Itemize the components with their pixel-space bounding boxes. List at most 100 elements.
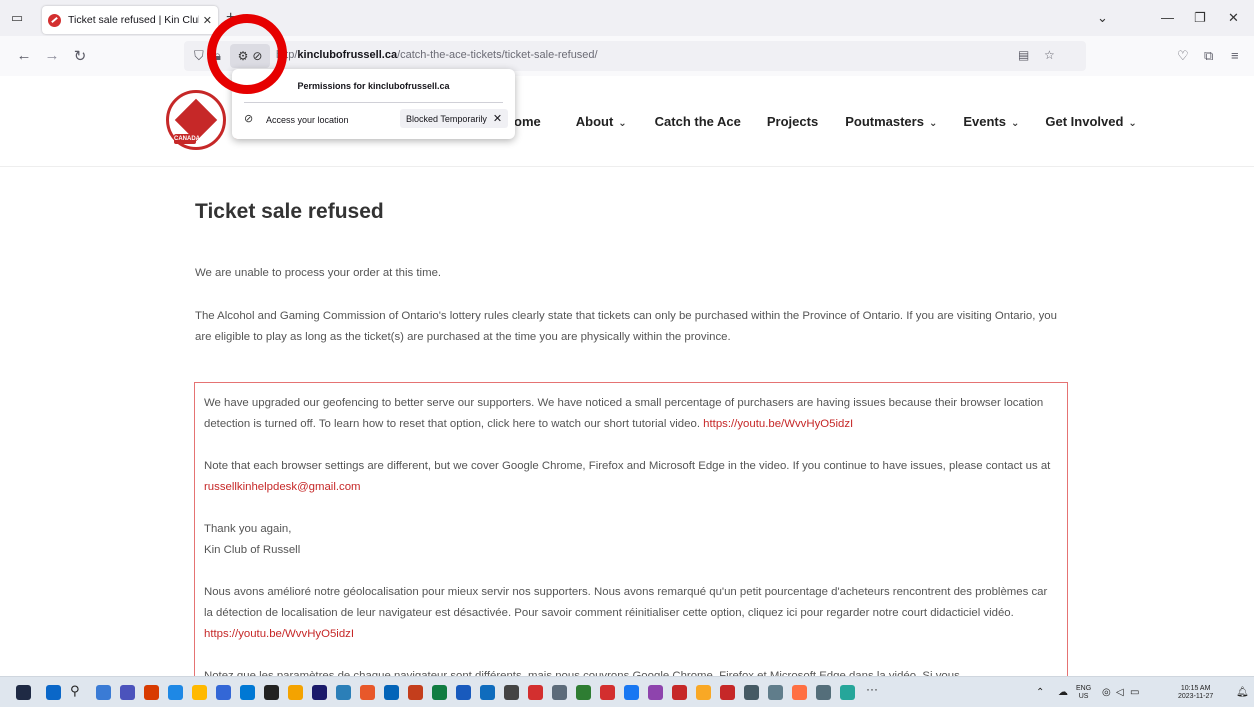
nav-poutmasters[interactable]: Poutmasters ⌄ bbox=[845, 114, 937, 129]
word-icon[interactable] bbox=[456, 685, 471, 700]
menu-hamburger-icon[interactable]: ≡ bbox=[1231, 48, 1239, 63]
minimize-icon[interactable]: — bbox=[1161, 10, 1174, 25]
site-favicon-icon bbox=[48, 13, 61, 27]
list-all-tabs-icon[interactable]: ▭ bbox=[8, 9, 26, 27]
taskbar-app-icon[interactable] bbox=[744, 685, 759, 700]
search-icon[interactable]: ⚲ bbox=[70, 683, 85, 698]
nav-get-involved[interactable]: Get Involved ⌄ bbox=[1045, 114, 1136, 129]
chevron-down-icon: ⌄ bbox=[928, 118, 938, 129]
taskbar-app-icon[interactable] bbox=[816, 685, 831, 700]
windows-taskbar: ⚲ ··· ⌃ ☁ ENG US ◎ ◁ ▭ 10:15 AM 2023-11-27… bbox=[0, 676, 1254, 707]
widgets-icon[interactable] bbox=[16, 685, 31, 700]
url-text[interactable]: http/kinclubofrussell.ca/catch-the-ace-t… bbox=[276, 49, 598, 61]
helpdesk-email-link[interactable]: russellkinhelpdesk@gmail.com bbox=[204, 481, 361, 493]
nav-events[interactable]: Events ⌄ bbox=[963, 114, 1019, 129]
show-hidden-icons-icon[interactable]: ⌃ bbox=[1036, 687, 1044, 698]
file-explorer-icon[interactable] bbox=[192, 685, 207, 700]
url-bar[interactable]: ⛉ 🔒︎ ⚙ ⊘ http/kinclubofrussell.ca/catch-… bbox=[184, 41, 1086, 71]
url-scheme: http bbox=[276, 49, 295, 61]
messenger-icon[interactable] bbox=[648, 685, 663, 700]
excel-icon[interactable] bbox=[432, 685, 447, 700]
mail-icon[interactable] bbox=[240, 685, 255, 700]
taskbar-app-icon[interactable] bbox=[672, 685, 687, 700]
site-header: CANADA Kin Club of Russell ome About⌄ Ca… bbox=[0, 76, 1254, 167]
restore-icon[interactable]: ❐ bbox=[1194, 10, 1206, 26]
nav-get-involved-label: Get Involved bbox=[1045, 114, 1124, 129]
taskbar-app-icon[interactable] bbox=[696, 685, 711, 700]
taskbar-app-icon[interactable] bbox=[768, 685, 783, 700]
browser-tab[interactable]: Ticket sale refused | Kin Club of R ✕ bbox=[42, 6, 218, 34]
main-nav: ome About ⌄ Catch the Ace Projects Poutma… bbox=[514, 114, 1137, 129]
back-icon[interactable]: ← bbox=[14, 47, 34, 64]
taskbar-app-icon[interactable] bbox=[312, 685, 327, 700]
more-apps-icon[interactable]: ··· bbox=[866, 682, 881, 697]
taskbar-app-icon[interactable] bbox=[840, 685, 855, 700]
notice-fr-text-1: Nous avons amélioré notre géolocalisatio… bbox=[204, 586, 1048, 619]
powerpoint-icon[interactable] bbox=[408, 685, 423, 700]
amazon-icon[interactable] bbox=[264, 685, 279, 700]
taskbar-app-icon[interactable] bbox=[552, 685, 567, 700]
taskbar-app-icon[interactable] bbox=[528, 685, 543, 700]
clock[interactable]: 10:15 AM 2023-11-27 bbox=[1178, 685, 1213, 701]
thanks-line-2: Kin Club of Russell bbox=[204, 544, 301, 556]
taskbar-app-icon[interactable] bbox=[288, 685, 303, 700]
bookmark-star-icon[interactable]: ☆ bbox=[1044, 48, 1055, 62]
notice-fr-paragraph-1: Nous avons amélioré notre géolocalisatio… bbox=[204, 582, 1058, 645]
permissions-button[interactable]: ⚙ ⊘ bbox=[230, 44, 270, 68]
tutorial-video-link-fr[interactable]: https://youtu.be/WvvHyO5idzI bbox=[204, 628, 354, 640]
notice-en-paragraph-2: Note that each browser settings are diff… bbox=[204, 456, 1058, 498]
close-tab-icon[interactable]: ✕ bbox=[203, 14, 212, 27]
nav-catch-the-ace-label: Catch the Ace bbox=[654, 114, 741, 129]
pocket-icon[interactable]: ♡ bbox=[1177, 48, 1189, 64]
onedrive-icon[interactable]: ☁ bbox=[1058, 687, 1068, 698]
edge-icon[interactable] bbox=[168, 685, 183, 700]
nav-home[interactable]: ome bbox=[514, 114, 541, 129]
taskbar-app-icon[interactable] bbox=[336, 685, 351, 700]
firefox-icon[interactable] bbox=[792, 685, 807, 700]
outlook-icon[interactable] bbox=[384, 685, 399, 700]
nav-about[interactable]: About ⌄ bbox=[576, 114, 627, 129]
facebook-icon[interactable] bbox=[624, 685, 639, 700]
agco-rules-paragraph: The Alcohol and Gaming Commission of Ont… bbox=[195, 310, 1057, 343]
clear-permission-icon[interactable]: ✕ bbox=[493, 112, 502, 125]
battery-icon[interactable]: ▭ bbox=[1130, 687, 1139, 698]
extensions-icon[interactable]: ⧉ bbox=[1204, 48, 1213, 64]
office-icon[interactable] bbox=[360, 685, 375, 700]
clock-time: 10:15 AM bbox=[1180, 685, 1211, 692]
nav-projects[interactable]: Projects bbox=[767, 114, 818, 129]
new-tab-icon[interactable]: + bbox=[226, 9, 235, 27]
language-indicator[interactable]: ENG US bbox=[1076, 685, 1091, 701]
geofencing-notice-box: We have upgraded our geofencing to bette… bbox=[194, 382, 1068, 676]
nav-about-label: About bbox=[575, 114, 614, 129]
location-blocked-icon: ⊘ bbox=[252, 49, 263, 63]
taskbar-app-icon[interactable] bbox=[576, 685, 591, 700]
notifications-bell-icon[interactable]: 🔔︎ bbox=[1236, 687, 1249, 698]
tracking-protection-shield-icon[interactable]: ⛉ bbox=[194, 48, 204, 64]
taskbar-app-icon[interactable] bbox=[504, 685, 519, 700]
intro-paragraph: We are unable to process your order at t… bbox=[195, 267, 442, 279]
chevron-down-icon: ⌄ bbox=[1128, 118, 1137, 129]
acrobat-icon[interactable] bbox=[600, 685, 615, 700]
start-icon[interactable] bbox=[46, 685, 61, 700]
nav-catch-the-ace[interactable]: Catch the Ace bbox=[655, 114, 741, 129]
reader-view-icon[interactable]: ▤ bbox=[1018, 48, 1029, 62]
teams-icon[interactable] bbox=[120, 685, 135, 700]
taskbar-app-icon[interactable] bbox=[480, 685, 495, 700]
lock-icon[interactable]: 🔒︎ bbox=[214, 48, 221, 64]
reload-icon[interactable]: ↻ bbox=[70, 47, 90, 65]
thanks-line-1: Thank you again, bbox=[204, 523, 292, 535]
close-window-icon[interactable]: ✕ bbox=[1228, 10, 1239, 26]
tab-overflow-chevron-icon[interactable]: ⌄ bbox=[1097, 10, 1108, 26]
navigation-toolbar: ← → ↻ ⛉ 🔒︎ ⚙ ⊘ http/kinclubofrussell.ca/… bbox=[0, 36, 1254, 76]
taskbar-app-icon[interactable] bbox=[720, 685, 735, 700]
permissions-popup: Permissions for kinclubofrussell.ca ⊘ Ac… bbox=[232, 69, 515, 139]
calendar-icon[interactable] bbox=[216, 685, 231, 700]
tutorial-video-link[interactable]: https://youtu.be/WvvHyO5idzI bbox=[703, 418, 853, 430]
volume-icon[interactable]: ◁ bbox=[1116, 687, 1124, 698]
forward-icon[interactable]: → bbox=[42, 47, 62, 64]
location-permission-label: Access your location bbox=[266, 115, 349, 125]
wifi-icon[interactable]: ◎ bbox=[1102, 687, 1111, 698]
taskbar-app-icon[interactable] bbox=[144, 685, 159, 700]
blocked-temporarily-chip[interactable]: Blocked Temporarily ✕ bbox=[400, 109, 509, 128]
taskbar-app-icon[interactable] bbox=[96, 685, 111, 700]
